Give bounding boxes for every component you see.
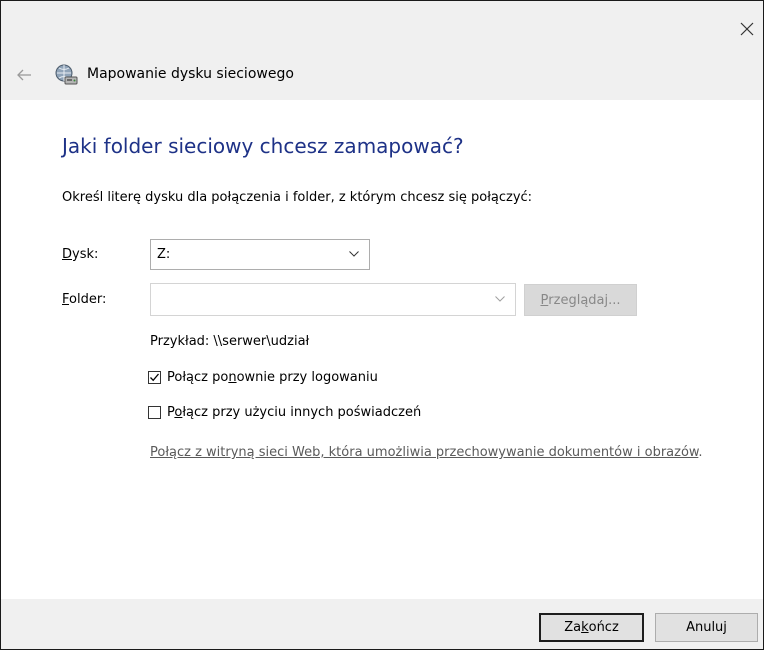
close-icon: [740, 22, 754, 36]
window-title: Mapowanie dysku sieciowego: [87, 66, 294, 82]
credentials-label: Połącz przy użyciu innych poświadczeń: [167, 405, 422, 420]
reconnect-label: Połącz ponownie przy logowaniu: [167, 370, 378, 385]
network-drive-icon: [53, 62, 79, 88]
credentials-checkbox-row[interactable]: Połącz przy użyciu innych poświadczeń: [148, 405, 421, 420]
reconnect-checkbox[interactable]: [148, 371, 161, 384]
drive-select[interactable]: Z:: [150, 239, 370, 270]
cancel-button[interactable]: Anuluj: [655, 613, 758, 642]
finish-button[interactable]: Za k ończ: [539, 613, 644, 642]
folder-input[interactable]: [151, 284, 493, 315]
button-bar: Za k ończ Anuluj: [1, 599, 763, 649]
drive-label: Dysk:: [62, 247, 99, 262]
browse-button[interactable]: Przeglądaj...: [524, 284, 637, 316]
close-button[interactable]: [733, 15, 761, 43]
reconnect-checkbox-row[interactable]: Połącz ponownie przy logowaniu: [148, 370, 378, 385]
web-site-link[interactable]: Połącz z witryną sieci Web, która umożli…: [150, 444, 710, 462]
title-bar: Mapowanie dysku sieciowego: [1, 1, 763, 100]
drive-select-value: Z:: [157, 247, 171, 262]
chevron-down-icon[interactable]: [495, 296, 505, 302]
checkmark-icon: [150, 373, 159, 382]
chevron-down-icon: [349, 251, 359, 257]
folder-combobox[interactable]: [150, 283, 516, 316]
back-button[interactable]: [13, 64, 35, 86]
folder-label: Folder:: [62, 292, 107, 307]
credentials-checkbox[interactable]: [148, 406, 161, 419]
back-arrow-icon: [17, 69, 31, 81]
example-path-text: Przykład: \\serwer\udział: [150, 334, 310, 349]
map-network-drive-dialog: Mapowanie dysku sieciowego Jaki folder s…: [0, 0, 764, 650]
page-title: Jaki folder sieciowy chcesz zamapować?: [62, 134, 464, 158]
instruction-text: Określ literę dysku dla połączenia i fol…: [62, 190, 533, 205]
